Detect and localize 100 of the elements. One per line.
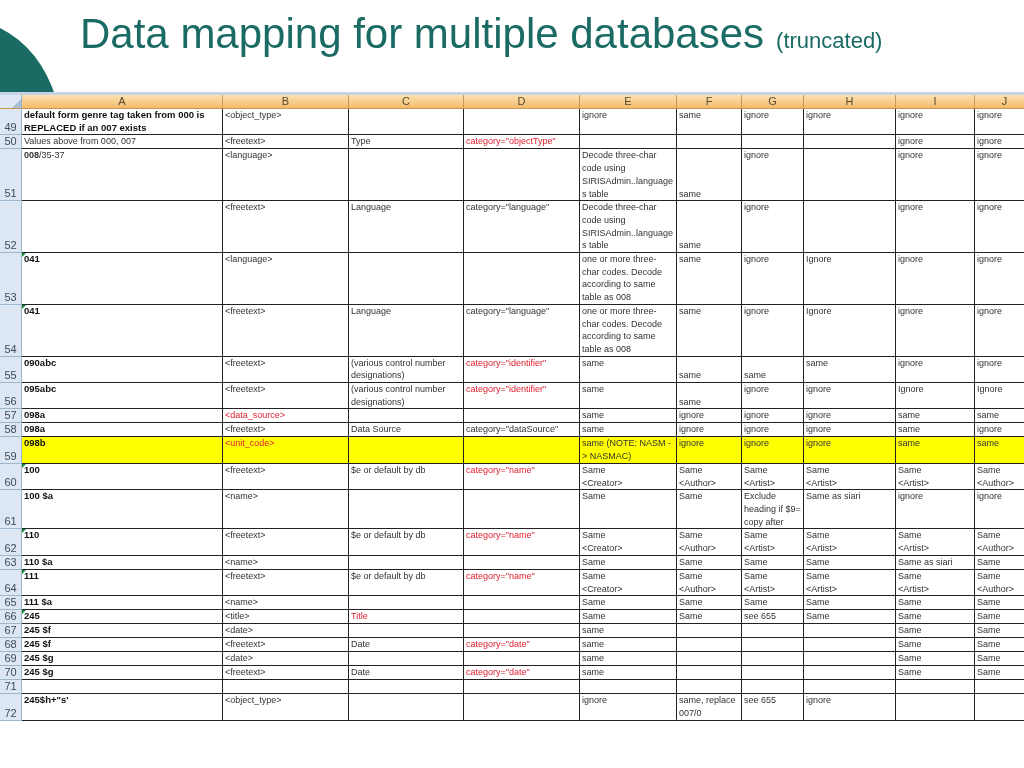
row-number[interactable]: 61 [0,490,22,530]
table-cell: Same <Artist> [804,569,896,597]
table-cell: Same [677,490,742,530]
row-number[interactable]: 68 [0,638,22,653]
table-cell: $e or default by db [349,529,464,556]
row-number[interactable]: 60 [0,463,22,491]
table-cell: <title> [223,610,349,625]
row-number[interactable]: 67 [0,624,22,639]
row-number[interactable]: 59 [0,437,22,464]
row-number[interactable]: 56 [0,383,22,410]
table-cell: Same <Author> [677,529,742,556]
table-cell: Title [349,610,464,625]
row-number[interactable]: 50 [0,135,22,150]
row-number[interactable]: 53 [0,253,22,305]
table-cell: same [677,253,742,305]
table-cell: ignore [896,490,975,530]
table-cell: Same <Artist> [896,529,975,556]
column-header[interactable]: J [975,95,1024,109]
table-cell: Same [677,610,742,625]
row-number[interactable]: 64 [0,569,22,597]
table-cell: Same <Artist> [896,569,975,597]
row-number[interactable]: 71 [0,680,22,695]
table-cell: ignore [742,253,804,305]
table-cell: $e or default by db [349,463,464,491]
table-cell: ignore [580,109,677,136]
table-cell: Same [580,490,677,530]
table-cell: ignore [742,109,804,136]
row-number[interactable]: 70 [0,666,22,681]
table-cell: Decode three-char code using SIRISAdmin..languages table [580,149,677,202]
table-cell: category="language" [464,304,580,357]
table-cell: same [677,383,742,410]
table-cell: ignore [804,383,896,410]
table-cell: 111 $a [22,596,223,611]
table-cell: Ignore [975,383,1024,410]
row-number[interactable]: 65 [0,596,22,611]
row-number[interactable]: 55 [0,356,22,384]
table-cell: <freetext> [223,638,349,653]
column-header[interactable]: A [22,95,223,109]
table-cell: Language [349,201,464,254]
table-cell: same [677,356,742,384]
table-cell: <language> [223,253,349,305]
table-cell: <freetext> [223,529,349,556]
table-cell: same [580,409,677,424]
table-cell: same [580,383,677,410]
table-cell: ignore [896,201,975,254]
table-cell: Same [742,596,804,611]
column-header[interactable]: D [464,95,580,109]
slide-title: Data mapping for multiple databases [80,10,765,58]
table-cell: same [580,638,677,653]
table-cell: same [975,437,1024,464]
table-cell: <name> [223,596,349,611]
table-cell: <freetext> [223,135,349,150]
column-header[interactable]: F [677,95,742,109]
row-number[interactable]: 49 [0,109,22,136]
table-cell: ignore [975,253,1024,305]
column-header[interactable]: G [742,95,804,109]
row-number[interactable]: 62 [0,529,22,556]
table-cell: Same [975,652,1024,667]
table-cell: category="name" [464,569,580,597]
table-cell: same [896,437,975,464]
triangle-icon [12,99,21,108]
table-cell: category="name" [464,529,580,556]
row-number[interactable]: 54 [0,304,22,357]
table-cell: Same <Creator> [580,569,677,597]
select-all-button[interactable] [0,95,22,109]
row-number[interactable]: 69 [0,652,22,667]
column-header[interactable]: E [580,95,677,109]
table-cell: same [896,423,975,438]
table-cell: 110 [22,529,223,556]
table-cell: 098a [22,409,223,424]
table-cell: Same [975,638,1024,653]
row-number[interactable]: 66 [0,610,22,625]
table-cell: Same <Artist> [742,569,804,597]
table-cell: Same [975,596,1024,611]
table-cell: category="dataSource" [464,423,580,438]
table-cell: Same [975,666,1024,681]
table-cell: <freetext> [223,201,349,254]
table-cell: same [580,423,677,438]
table-cell: 245 $g [22,666,223,681]
table-cell: category="objectType" [464,135,580,150]
table-cell: category="identifier" [464,356,580,384]
table-cell: same [896,409,975,424]
table-cell: Data Source [349,423,464,438]
row-number[interactable]: 72 [0,694,22,721]
table-cell: Same [896,624,975,639]
row-number[interactable]: 57 [0,409,22,424]
column-header[interactable]: B [223,95,349,109]
column-header[interactable]: H [804,95,896,109]
row-number[interactable]: 51 [0,149,22,202]
row-number[interactable]: 58 [0,423,22,438]
table-cell: Type [349,135,464,150]
table-cell: <name> [223,490,349,530]
column-header[interactable]: I [896,95,975,109]
column-header[interactable]: C [349,95,464,109]
table-cell: ignore [677,423,742,438]
table-cell: (various control number designations) [349,383,464,410]
table-cell: <date> [223,624,349,639]
row-number[interactable]: 52 [0,201,22,254]
table-cell: Same [896,652,975,667]
table-cell: Same <Creator> [580,463,677,491]
